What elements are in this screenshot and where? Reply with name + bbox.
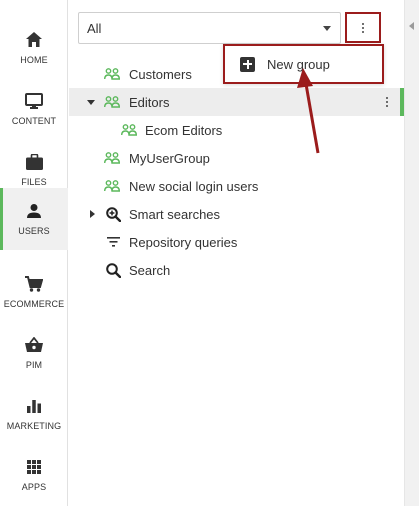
filter-selected-value: All	[87, 20, 102, 36]
more-actions-button[interactable]	[345, 12, 381, 43]
filter-icon	[105, 234, 121, 250]
nav-item-users[interactable]: USERS	[0, 188, 68, 250]
chevron-down-icon[interactable]	[87, 98, 95, 106]
tree-item-repository-queries[interactable]: Repository queries	[69, 228, 404, 256]
nav-item-ecommerce[interactable]: ECOMMERCE	[0, 261, 68, 322]
nav-item-apps[interactable]: APPS	[0, 444, 68, 505]
chevron-right-icon[interactable]	[88, 210, 96, 218]
home-icon	[25, 31, 43, 49]
users-tree-panel: All Customers Editors Ecom Editors MyUse…	[69, 0, 404, 506]
new-group-menu: New group	[223, 44, 384, 84]
tree-item-label: Editors	[129, 94, 170, 110]
nav-item-home[interactable]: HOME	[0, 17, 68, 78]
search-icon	[105, 262, 121, 278]
bar-chart-icon	[25, 397, 43, 415]
tree-item-smart-searches[interactable]: Smart searches	[69, 200, 404, 228]
cart-icon	[25, 275, 43, 293]
nav-label: MARKETING	[6, 420, 62, 431]
nav-label: USERS	[18, 226, 50, 236]
nav-item-marketing[interactable]: MARKETING	[0, 383, 68, 444]
user-group-icon	[104, 94, 120, 110]
tree-item-label: Repository queries	[129, 234, 238, 250]
tree-item-label: Ecom Editors	[145, 122, 223, 138]
collapse-arrow-icon[interactable]	[409, 22, 414, 30]
nav-label: APPS	[21, 481, 47, 492]
basket-icon	[25, 336, 43, 354]
monitor-icon	[25, 92, 43, 110]
tree-item-search[interactable]: Search	[69, 256, 404, 284]
left-navigation: HOME CONTENT FILES USERS ECOMMERCE PIM M…	[0, 0, 68, 506]
tree-item-myusergroup[interactable]: MyUserGroup	[69, 144, 404, 172]
tree-item-editors[interactable]: Editors	[69, 88, 404, 116]
nav-label: CONTENT	[11, 115, 57, 126]
nav-label: FILES	[21, 176, 47, 187]
user-group-icon	[104, 150, 120, 166]
tree-item-ecom-editors[interactable]: Ecom Editors	[69, 116, 404, 144]
briefcase-icon	[25, 153, 43, 171]
plus-square-icon	[240, 56, 255, 72]
nav-label: ECOMMERCE	[3, 298, 65, 309]
grid-icon	[25, 458, 43, 476]
scrollbar[interactable]	[404, 0, 419, 506]
new-group-menu-item[interactable]: New group	[267, 57, 330, 72]
user-group-icon	[104, 66, 120, 82]
nav-item-content[interactable]: CONTENT	[0, 78, 68, 139]
kebab-icon	[362, 22, 364, 33]
tree-item-label: Search	[129, 262, 171, 278]
user-icon	[25, 202, 43, 220]
tree-item-new-social-login-users[interactable]: New social login users	[69, 172, 404, 200]
caret-down-icon	[323, 26, 331, 31]
row-kebab-icon[interactable]	[386, 97, 388, 107]
search-plus-icon	[105, 206, 121, 222]
user-group-icon	[121, 122, 137, 138]
tree-item-label: Smart searches	[129, 206, 221, 222]
tree-item-label: MyUserGroup	[129, 150, 210, 166]
nav-label: PIM	[25, 359, 43, 370]
tree-item-label: New social login users	[129, 178, 259, 194]
filter-dropdown[interactable]: All	[78, 12, 341, 44]
user-group-icon	[104, 178, 120, 194]
tree-item-label: Customers	[129, 66, 192, 82]
nav-label: HOME	[20, 54, 48, 65]
nav-item-pim[interactable]: PIM	[0, 322, 68, 383]
